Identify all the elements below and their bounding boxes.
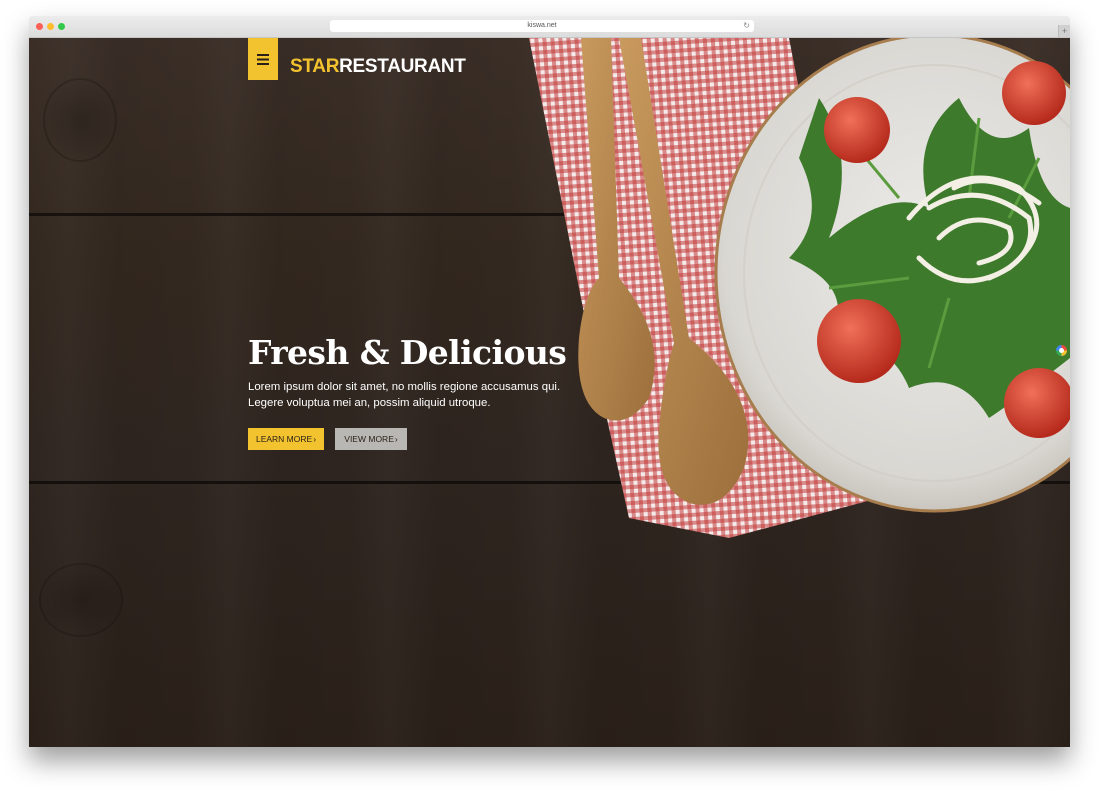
page-viewport: STARRESTAURANT Fresh & Delicious Lorem i… [29, 38, 1070, 747]
learn-more-button[interactable]: LEARN MORE› [248, 428, 324, 450]
browser-extension-icon[interactable] [1056, 345, 1067, 356]
hamburger-icon [257, 53, 269, 65]
hero-description: Lorem ipsum dolor sit amet, no mollis re… [248, 381, 561, 409]
tomato [1002, 61, 1066, 125]
learn-more-label: LEARN MORE [255, 434, 313, 444]
address-bar[interactable]: kiswa.net ↻ [330, 20, 754, 32]
minimize-window-button[interactable] [47, 23, 54, 30]
tomato [824, 97, 890, 163]
browser-window: kiswa.net ↻ + STARRESTAURANT Fresh & Del… [29, 16, 1070, 747]
url-text: kiswa.net [527, 22, 557, 29]
view-more-label: VIEW MORE [344, 434, 394, 444]
hero-title: Fresh & Delicious [248, 333, 567, 372]
chevron-right-icon: › [394, 434, 398, 444]
close-window-button[interactable] [36, 23, 43, 30]
reload-icon[interactable]: ↻ [743, 20, 750, 32]
chevron-right-icon: › [313, 434, 317, 444]
logo-part-restaurant: RESTAURANT [339, 56, 466, 77]
menu-button[interactable] [248, 38, 278, 80]
site-logo[interactable]: STARRESTAURANT [290, 55, 466, 79]
new-tab-button[interactable]: + [1058, 25, 1070, 37]
logo-part-star: STAR [290, 56, 340, 77]
maximize-window-button[interactable] [58, 23, 65, 30]
browser-toolbar: kiswa.net ↻ + [29, 16, 1070, 38]
view-more-button[interactable]: VIEW MORE› [335, 428, 407, 450]
tomato [817, 299, 901, 383]
